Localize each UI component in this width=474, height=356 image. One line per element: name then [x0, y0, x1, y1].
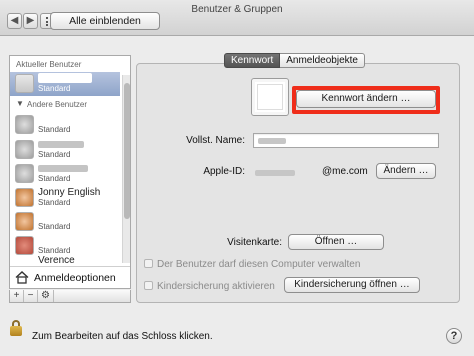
help-button[interactable]: ?: [446, 328, 462, 344]
add-user-button[interactable]: +: [10, 290, 24, 302]
user-role: Standard: [38, 198, 71, 207]
gear-icon[interactable]: ⚙: [38, 290, 54, 302]
user-role: Standard: [38, 174, 71, 183]
blurred-name: [258, 138, 286, 144]
forward-button[interactable]: ▶: [23, 13, 38, 29]
user-name: Verence: [38, 255, 75, 266]
admin-checkbox[interactable]: [144, 259, 153, 268]
full-name-label: Vollst. Name:: [186, 135, 245, 146]
blurred-name: [38, 141, 84, 148]
blurred-apple-id: [255, 170, 295, 176]
user-picture[interactable]: [251, 78, 289, 116]
parental-controls-label: Kindersicherung aktivieren: [157, 281, 275, 292]
user-list-scrollbar[interactable]: [122, 75, 130, 263]
blurred-name: [38, 165, 88, 172]
lock-icon[interactable]: [10, 320, 22, 336]
window-titlebar: Benutzer & Gruppen ◀ ▶ Alle einblenden: [0, 0, 474, 36]
scroll-thumb[interactable]: [124, 83, 130, 219]
redacted-name: [38, 73, 92, 83]
list-item[interactable]: Verence: [10, 254, 120, 266]
avatar: [15, 140, 34, 159]
list-item[interactable]: Jonny English Standard: [10, 186, 120, 210]
apple-id-label: Apple-ID:: [203, 166, 245, 177]
login-options-label: Anmeldeoptionen: [34, 272, 116, 284]
tab-login-items[interactable]: Anmeldeobjekte: [280, 53, 365, 68]
tab-bar: Kennwort Anmeldeobjekte: [224, 53, 365, 68]
picture-frame: [257, 84, 283, 110]
disclosure-triangle-icon[interactable]: ▼: [16, 99, 24, 108]
avatar: [15, 164, 34, 183]
user-list-toolbar: + − ⚙: [9, 290, 131, 303]
lock-hint-text: Zum Bearbeiten auf das Schloss klicken.: [32, 331, 213, 342]
avatar: [15, 212, 34, 231]
other-users-header: Andere Benutzer: [27, 100, 88, 109]
user-list: Aktueller Benutzer Standard ▼ Andere Ben…: [9, 55, 131, 289]
remove-user-button[interactable]: −: [24, 290, 38, 302]
change-apple-id-button[interactable]: Ändern …: [376, 163, 436, 179]
user-role: Standard: [38, 150, 71, 159]
business-card-label: Visitenkarte:: [227, 237, 282, 248]
login-options-item[interactable]: Anmeldeoptionen: [10, 266, 130, 288]
admin-checkbox-label: Der Benutzer darf diesen Computer verwal…: [157, 259, 361, 270]
user-role: Standard: [38, 125, 71, 134]
user-role: Standard: [38, 84, 71, 93]
parental-controls-checkbox[interactable]: [144, 281, 153, 290]
show-all-button[interactable]: Alle einblenden: [50, 12, 160, 30]
user-name: Jonny English: [38, 187, 101, 198]
avatar: [15, 115, 34, 134]
current-user-item[interactable]: Standard: [10, 72, 120, 96]
list-item[interactable]: Standard: [10, 210, 120, 234]
list-item[interactable]: Standard: [10, 113, 120, 137]
list-item[interactable]: Standard: [10, 138, 120, 162]
apple-id-value: @me.com: [322, 166, 368, 177]
user-role: Standard: [38, 222, 71, 231]
avatar: [15, 236, 34, 255]
avatar: [15, 74, 34, 93]
open-parental-controls-button[interactable]: Kindersicherung öffnen …: [284, 277, 420, 293]
full-name-field[interactable]: [253, 133, 439, 148]
tab-password[interactable]: Kennwort: [224, 53, 281, 68]
avatar: [15, 188, 34, 207]
list-item[interactable]: Standard: [10, 162, 120, 186]
change-password-button[interactable]: Kennwort ändern …: [296, 90, 436, 108]
open-card-button[interactable]: Öffnen …: [288, 234, 384, 250]
house-icon: [15, 271, 29, 284]
back-button[interactable]: ◀: [7, 13, 22, 29]
current-user-header: Aktueller Benutzer: [16, 60, 82, 69]
lock-body: [10, 326, 22, 336]
